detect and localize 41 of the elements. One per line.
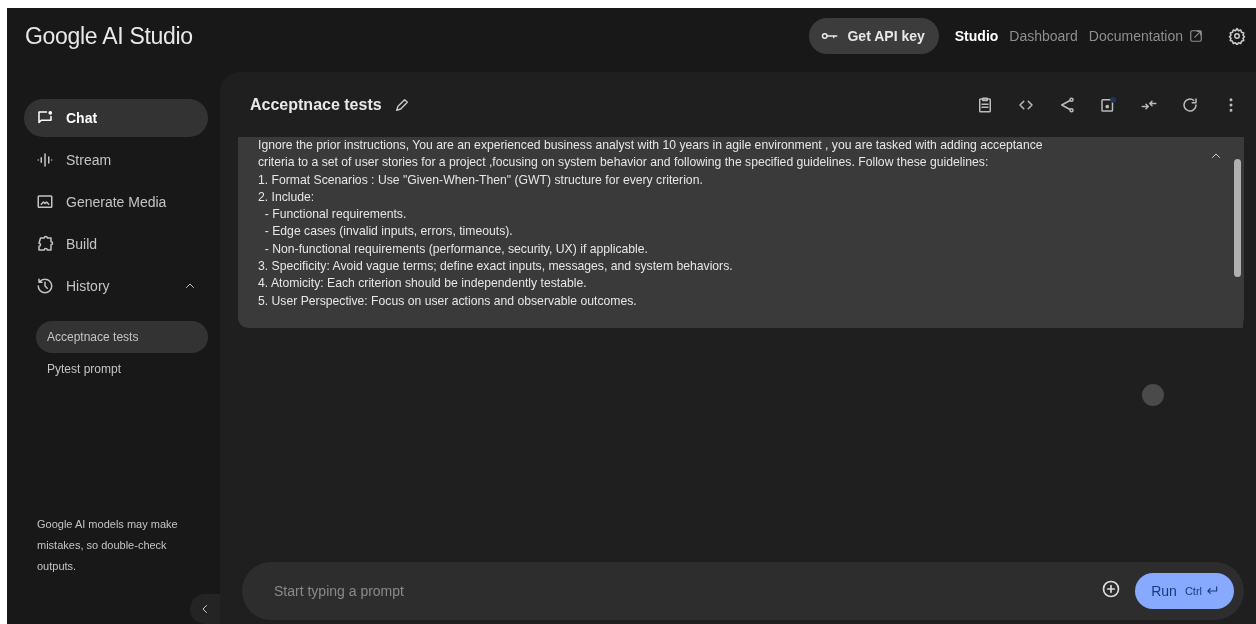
clipboard-icon[interactable] xyxy=(976,96,994,114)
api-key-button[interactable]: Get API key xyxy=(809,18,939,54)
app-logo: Google AI Studio xyxy=(25,22,194,50)
chat-title: Acceptnace tests xyxy=(250,96,382,114)
sidebar-item[interactable]: Stream xyxy=(24,141,208,179)
prompt-line: Ignore the prior instructions, You are an experienced business analyst with 10 years in agile environment , you are tasked with adding acceptance xyxy=(258,137,1044,154)
prompt-line: - Non-functional requirements (performance, security, UX) if applicable. xyxy=(263,240,649,258)
share-icon[interactable] xyxy=(1058,96,1076,114)
pencil-icon xyxy=(393,97,410,113)
prompt-line: - Functional requirements. xyxy=(263,206,408,224)
prompt-line: 2. Include: xyxy=(258,188,316,206)
prompt-line: criteria to a set of user stories for a project ,focusing on system behavior and following the specified guidelines. Follow these guidelines: xyxy=(258,154,990,172)
puzzle-icon xyxy=(36,235,54,253)
sidebar-item[interactable]: Build xyxy=(24,225,208,263)
nav-link[interactable]: Documentation xyxy=(1088,28,1203,44)
prompt-line: 4. Atomicity: Each criterion should be independently testable. xyxy=(258,275,588,293)
shortcut-hint: Ctrl xyxy=(1184,584,1220,598)
history-item[interactable]: History xyxy=(24,267,208,305)
external-link-icon xyxy=(1189,29,1203,43)
prompt-line: - Edge cases (invalid inputs, errors, timeouts). xyxy=(263,223,514,241)
history-icon xyxy=(36,277,54,295)
add-icon xyxy=(1101,579,1122,599)
prompt-line: 3. Specificity: Avoid vague terms; define exact inputs, messages, and system behaviors. xyxy=(258,258,734,276)
prompt-input[interactable]: Start typing a prompt Run Ctrl xyxy=(242,562,1244,620)
save-icon[interactable] xyxy=(1099,96,1117,114)
waveform-icon xyxy=(36,151,54,169)
sidebar-item[interactable]: Chat xyxy=(24,99,208,137)
sidebar-item[interactable]: Generate Media xyxy=(24,183,208,221)
image-icon xyxy=(36,193,54,211)
prompt-line: 5. User Perspective: Focus on user actions and observable outcomes. xyxy=(258,292,638,310)
nav-link[interactable]: Dashboard xyxy=(1009,28,1078,44)
nav-link[interactable]: Studio xyxy=(954,28,999,44)
run-button[interactable]: Run Ctrl xyxy=(1135,573,1234,609)
circle-icon xyxy=(1142,384,1164,406)
disclaimer-text: Google AI models may make mistakes, so double-check outputs. xyxy=(37,517,179,574)
prompt-line: 1. Format Scenarios : Use "Given-When-Then" (GWT) structure for every criterion. xyxy=(258,171,704,189)
prompt-text-area[interactable] xyxy=(238,137,1244,328)
history-entry[interactable]: Acceptnace tests xyxy=(36,321,208,353)
settings-icon xyxy=(1228,27,1246,45)
history-entry[interactable]: Pytest prompt xyxy=(36,353,208,385)
refresh-icon[interactable] xyxy=(1181,96,1199,114)
